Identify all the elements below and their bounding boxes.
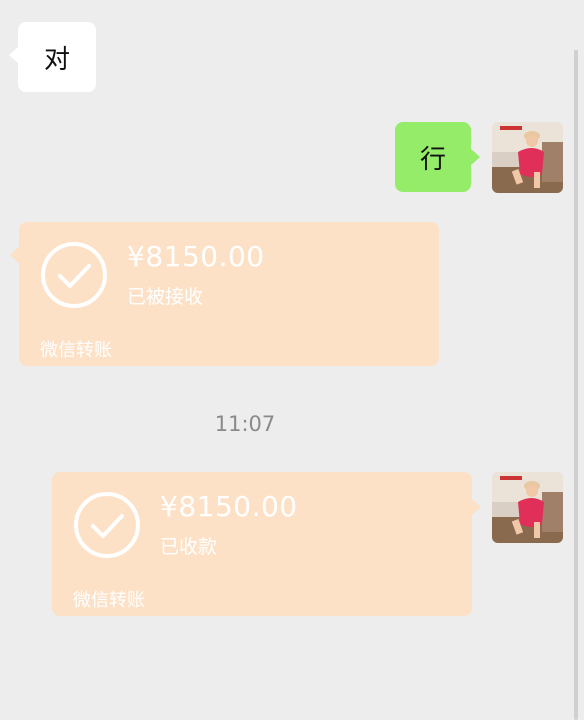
avatar-photo: [492, 472, 563, 543]
transfer-caption: 微信转账: [73, 590, 145, 611]
transfer-card-received[interactable]: ¥8150.00 已被接收 微信转账: [10, 222, 439, 366]
transfer-status: 已收款: [160, 536, 218, 558]
scrollbar[interactable]: [574, 50, 578, 720]
outgoing-text-bubble[interactable]: 行: [395, 122, 480, 192]
transfer-amount: ¥8150.00: [127, 240, 265, 273]
check-circle-icon: [41, 242, 107, 308]
check-circle-icon: [74, 492, 140, 558]
user-avatar[interactable]: [492, 122, 563, 193]
transfer-card-sent[interactable]: ¥8150.00 已收款 微信转账: [52, 472, 481, 616]
incoming-text-bubble[interactable]: 对: [9, 22, 96, 92]
transfer-status: 已被接收: [127, 286, 204, 308]
outgoing-message-text: 行: [419, 144, 446, 175]
transfer-caption: 微信转账: [40, 340, 112, 361]
chat-window: 对 行 ¥8150.00 已被接收 微信转账 11:07 ¥8150.00 已收…: [0, 0, 584, 720]
transfer-amount: ¥8150.00: [160, 490, 298, 523]
avatar-photo: [492, 122, 563, 193]
message-timestamp: 11:07: [214, 412, 276, 436]
incoming-message-text: 对: [43, 44, 70, 75]
user-avatar[interactable]: [492, 472, 563, 543]
